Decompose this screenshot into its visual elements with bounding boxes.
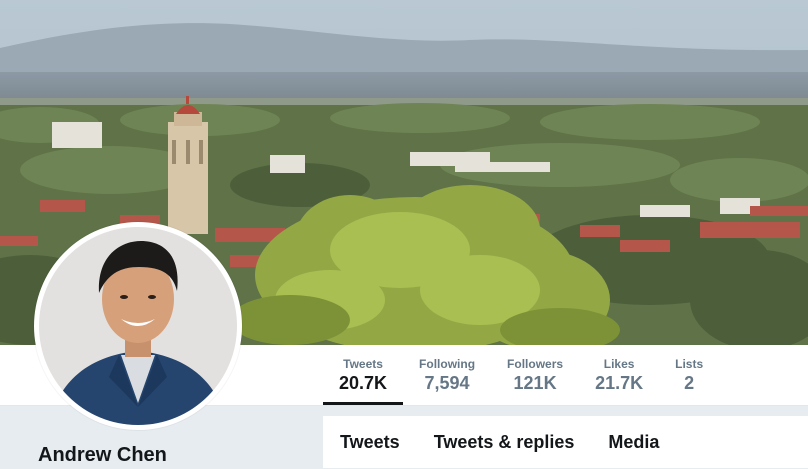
stat-likes-label: Likes — [603, 357, 635, 371]
stat-following-label: Following — [419, 357, 476, 371]
stat-tweets-label: Tweets — [343, 357, 383, 371]
profile-avatar[interactable] — [34, 222, 242, 430]
tab-tweets-and-replies[interactable]: Tweets & replies — [417, 416, 592, 468]
stat-lists[interactable]: Lists 2 — [659, 345, 719, 405]
stat-following-value: 7,594 — [424, 373, 470, 393]
stat-lists-value: 2 — [684, 373, 695, 393]
stat-followers[interactable]: Followers 121K — [491, 345, 579, 405]
profile-stats: Tweets 20.7K Following 7,594 Followers 1… — [323, 345, 719, 405]
stat-likes-value: 21.7K — [595, 373, 644, 393]
stat-following[interactable]: Following 7,594 — [403, 345, 491, 405]
stat-lists-label: Lists — [675, 357, 704, 371]
profile-name: Andrew Chen — [38, 444, 167, 466]
timeline-tabs: Tweets Tweets & replies Media — [323, 416, 808, 469]
stat-followers-value: 121K — [513, 373, 557, 393]
stat-tweets[interactable]: Tweets 20.7K — [323, 345, 404, 405]
tab-tweets[interactable]: Tweets — [323, 416, 417, 468]
stat-tweets-value: 20.7K — [339, 373, 388, 393]
stat-followers-label: Followers — [507, 357, 564, 371]
stat-likes[interactable]: Likes 21.7K — [579, 345, 659, 405]
tab-media[interactable]: Media — [591, 416, 676, 468]
